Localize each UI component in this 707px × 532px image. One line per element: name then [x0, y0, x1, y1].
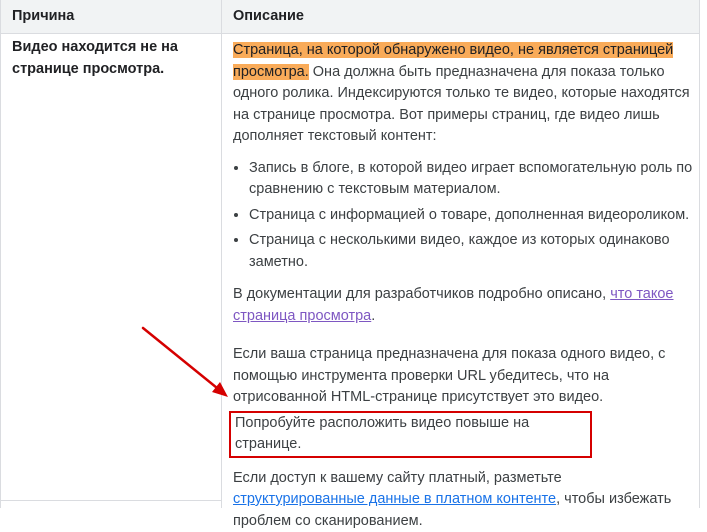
description-cell: Страница, на которой обнаружено видео, н… — [233, 40, 695, 532]
paid-content-paragraph: Если доступ к вашему сайту платный, разм… — [233, 468, 695, 532]
list-item: Запись в блоге, в которой видео играет в… — [249, 158, 695, 201]
paid-prefix: Если доступ к вашему сайту платный, разм… — [233, 470, 562, 486]
paywalled-structured-data-link[interactable]: структурированные данные в платном конте… — [233, 491, 556, 507]
docs-paragraph: В документации для разработчиков подробн… — [233, 284, 695, 327]
callout-wrapper: Попробуйте расположить видео повыше на с… — [233, 409, 695, 458]
examples-list: Запись в блоге, в которой видео играет в… — [233, 158, 695, 274]
reason-cell: Видео находится не на странице просмотра… — [12, 37, 212, 80]
docs-suffix: . — [371, 308, 375, 324]
header-reason: Причина — [12, 0, 74, 33]
intro-paragraph: Страница, на которой обнаружено видео, н… — [233, 40, 695, 148]
table-header-row: Причина Описание — [1, 0, 699, 34]
highlighted-tip-box: Попробуйте расположить видео повыше на с… — [229, 411, 592, 458]
list-item: Страница с информацией о товаре, дополне… — [249, 205, 695, 227]
row-bottom-border — [1, 500, 221, 501]
reasons-table: Причина Описание Видео находится не на с… — [0, 0, 700, 508]
column-divider — [221, 0, 222, 508]
header-description: Описание — [233, 0, 304, 33]
url-inspection-paragraph: Если ваша страница предназначена для пок… — [233, 344, 695, 409]
list-item: Страница с несколькими видео, каждое из … — [249, 230, 695, 273]
docs-prefix: В документации для разработчиков подробн… — [233, 286, 610, 302]
